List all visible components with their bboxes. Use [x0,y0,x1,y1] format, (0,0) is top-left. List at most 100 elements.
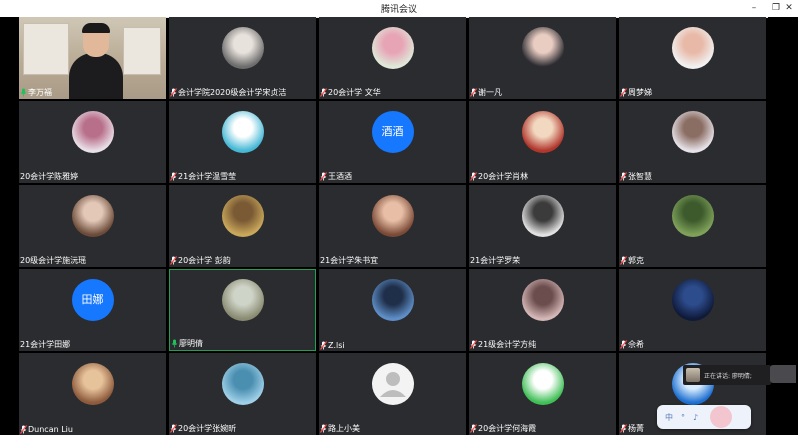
avatar [521,27,564,70]
avatar [671,27,714,70]
title-bar: 腾讯会议 – ❐ ✕ [0,0,798,18]
participant-tile[interactable]: 21会计学温雪莹 [169,101,316,183]
avatar [221,363,264,406]
participant-name: 郭克 [620,255,644,266]
participant-tile[interactable]: 20会计学 文华 [319,17,466,99]
chinese-mode-icon[interactable]: 中 [665,412,673,423]
minimize-button[interactable]: – [745,0,763,17]
participant-name-label: 李万福 [28,88,52,97]
music-icon[interactable]: ♪ [693,413,698,422]
mic-muted-icon [170,256,177,265]
participant-tile[interactable]: 李万福 [19,17,166,99]
avatar [521,279,564,322]
mic-icon [171,339,178,348]
participant-name: 杨菁 [620,423,644,434]
participant-tile[interactable]: Duncan Liu [19,353,166,435]
avatar [521,363,564,406]
avatar [671,279,714,322]
participant-name-label: 20会计学陈雅婷 [20,172,79,181]
participant-tile[interactable]: 会计学院2020级会计学宋贞洁 [169,17,316,99]
mic-muted-icon [470,88,477,97]
participant-name: 周梦娣 [620,87,652,98]
participant-name: 李万福 [20,87,52,98]
participant-tile[interactable]: 酒酒王酒酒 [319,101,466,183]
participant-tile[interactable]: 21会计学朱书宜 [319,185,466,267]
participant-name-label: Duncan Liu [28,425,73,434]
participant-name-label: 谢一凡 [478,88,502,97]
participant-tile[interactable]: 谢一凡 [469,17,616,99]
participant-name: 20会计学肖林 [470,171,528,182]
participant-name: Duncan Liu [20,425,73,434]
participant-name-label: 王酒酒 [328,172,352,181]
avatar [71,111,114,154]
input-method-toolbar[interactable]: 中 ° ♪ [657,405,751,429]
avatar [671,111,714,154]
mic-muted-icon [20,425,27,434]
avatar [521,111,564,154]
participant-tile[interactable]: 21级会计学方纯 [469,269,616,351]
participant-tile[interactable]: 郭克 [619,185,766,267]
participant-tile[interactable]: 廖明倩 [169,269,316,351]
participant-name-label: 20会计学肖林 [478,172,529,181]
participant-name-label: 21会计学温雪莹 [178,172,237,181]
mic-muted-icon [470,424,477,433]
participant-name-label: 杨菁 [628,424,644,433]
participant-tile[interactable]: 21会计学罗荣 [469,185,616,267]
participant-name-label: Z.lsi [328,341,345,350]
avatar [221,195,264,238]
participant-name-label: 21会计学罗荣 [470,256,521,265]
side-panel-toggle[interactable] [770,365,796,383]
participant-name-label: 21会计学田娜 [20,340,71,349]
participant-name: 谢一凡 [470,87,502,98]
mic-muted-icon [170,424,177,433]
participant-name: 20会计学 文华 [320,87,381,98]
participant-name-label: 20会计学何海霞 [478,424,537,433]
avatar [371,27,414,70]
participant-name: 20会计学 彭韵 [170,255,231,266]
mic-muted-icon [170,88,177,97]
punctuation-icon[interactable]: ° [681,413,685,422]
participant-tile[interactable]: Z.lsi [319,269,466,351]
participant-tile[interactable]: 佘希 [619,269,766,351]
mic-muted-icon [620,256,627,265]
mic-muted-icon [170,172,177,181]
participant-name-label: 路上小美 [328,424,360,433]
participant-name-label: 廖明倩 [179,339,203,348]
participant-name: 21级会计学方纯 [470,339,536,350]
participant-name-label: 张智慧 [628,172,652,181]
participant-tile[interactable]: 田娜 21会计学田娜 [19,269,166,351]
participant-tile[interactable]: 20会计学陈雅婷 [19,101,166,183]
text-avatar: 田娜 [71,279,114,322]
avatar [371,279,414,322]
speaking-label: 正在讲话: 廖明倩; [704,372,752,380]
participant-name: 20会计学张婉昕 [170,423,236,434]
participant-tile[interactable]: 20会计学肖林 [469,101,616,183]
mic-muted-icon [620,88,627,97]
participant-name: 21会计学温雪莹 [170,171,236,182]
mic-muted-icon [620,424,627,433]
text-avatar: 酒酒 [371,111,414,154]
mic-icon [20,88,27,97]
participant-tile[interactable]: 周梦娣 [619,17,766,99]
participant-name-label: 周梦娣 [628,88,652,97]
participant-name-label: 21级会计学方纯 [478,340,537,349]
participant-name: 会计学院2020级会计学宋贞洁 [170,87,286,98]
participant-tile[interactable]: 20会计学张婉昕 [169,353,316,435]
mic-muted-icon [620,340,627,349]
participant-name: 路上小美 [320,423,360,434]
avatar [71,363,114,406]
default-avatar-icon [371,363,414,406]
participant-name: 廖明倩 [171,338,203,349]
participant-tile[interactable]: 20会计学 彭韵 [169,185,316,267]
participant-tile[interactable]: 路上小美 [319,353,466,435]
window-title: 腾讯会议 [380,5,417,15]
participant-name-label: 会计学院2020级会计学宋贞洁 [178,88,287,97]
participant-name-label: 郭克 [628,256,644,265]
close-button[interactable]: ✕ [780,0,798,17]
participant-tile[interactable]: 20级会计学施沅瑶 [19,185,166,267]
participant-tile[interactable]: 张智慧 [619,101,766,183]
participant-tile[interactable]: 20会计学何海霞 [469,353,616,435]
participant-name-label: 21会计学朱书宜 [320,256,379,265]
mic-muted-icon [470,172,477,181]
avatar [671,195,714,238]
